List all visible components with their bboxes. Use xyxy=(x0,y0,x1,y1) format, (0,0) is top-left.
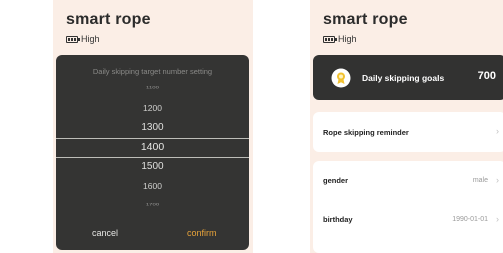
selection-line-bottom xyxy=(56,157,249,158)
battery-status: High xyxy=(323,34,357,44)
birthday-label: birthday xyxy=(323,215,353,224)
confirm-button[interactable]: confirm xyxy=(187,228,217,238)
birthday-value: 1990-01-01 xyxy=(452,216,488,223)
battery-icon xyxy=(66,35,80,43)
chevron-right-icon: › xyxy=(496,175,499,185)
phone-screen-settings: smart rope High Daily skipping goals 700… xyxy=(310,0,503,253)
wheel-option[interactable]: 1100 xyxy=(56,86,249,90)
app-title: smart rope xyxy=(323,11,408,28)
battery-icon xyxy=(323,35,337,43)
wheel-option[interactable]: 1500 xyxy=(56,161,249,172)
battery-level-text: High xyxy=(81,34,100,44)
wheel-option[interactable]: 1300 xyxy=(56,122,249,133)
gender-value: male xyxy=(472,177,488,184)
wheel-option[interactable]: 1200 xyxy=(56,103,249,113)
medal-icon xyxy=(331,68,351,88)
selection-line-top xyxy=(56,138,249,139)
target-number-picker-dialog: Daily skipping target number setting 110… xyxy=(56,55,249,250)
daily-goals-card[interactable]: Daily skipping goals 700 xyxy=(313,55,503,100)
number-wheel[interactable]: 1100 1200 1300 1400 1500 1600 1700 xyxy=(56,86,249,209)
battery-level-text: High xyxy=(338,34,357,44)
wheel-option[interactable]: 1700 xyxy=(56,203,249,207)
reminder-card[interactable]: Rope skipping reminder › xyxy=(313,112,503,152)
reminder-label: Rope skipping reminder xyxy=(323,128,409,137)
daily-goals-label: Daily skipping goals xyxy=(362,73,445,83)
cancel-button[interactable]: cancel xyxy=(92,228,118,238)
picker-title: Daily skipping target number setting xyxy=(92,67,213,76)
profile-card: gender male › birthday 1990-01-01 › xyxy=(313,161,503,253)
chevron-right-icon: › xyxy=(496,126,499,136)
gender-label: gender xyxy=(323,176,349,185)
app-title: smart rope xyxy=(66,11,151,28)
wheel-option[interactable]: 1600 xyxy=(56,181,249,191)
daily-goals-value: 700 xyxy=(477,70,496,82)
chevron-right-icon: › xyxy=(496,214,499,224)
battery-status: High xyxy=(66,34,100,44)
phone-screen-picker: smart rope High Daily skipping target nu… xyxy=(53,0,253,253)
wheel-option-selected[interactable]: 1400 xyxy=(56,141,249,153)
